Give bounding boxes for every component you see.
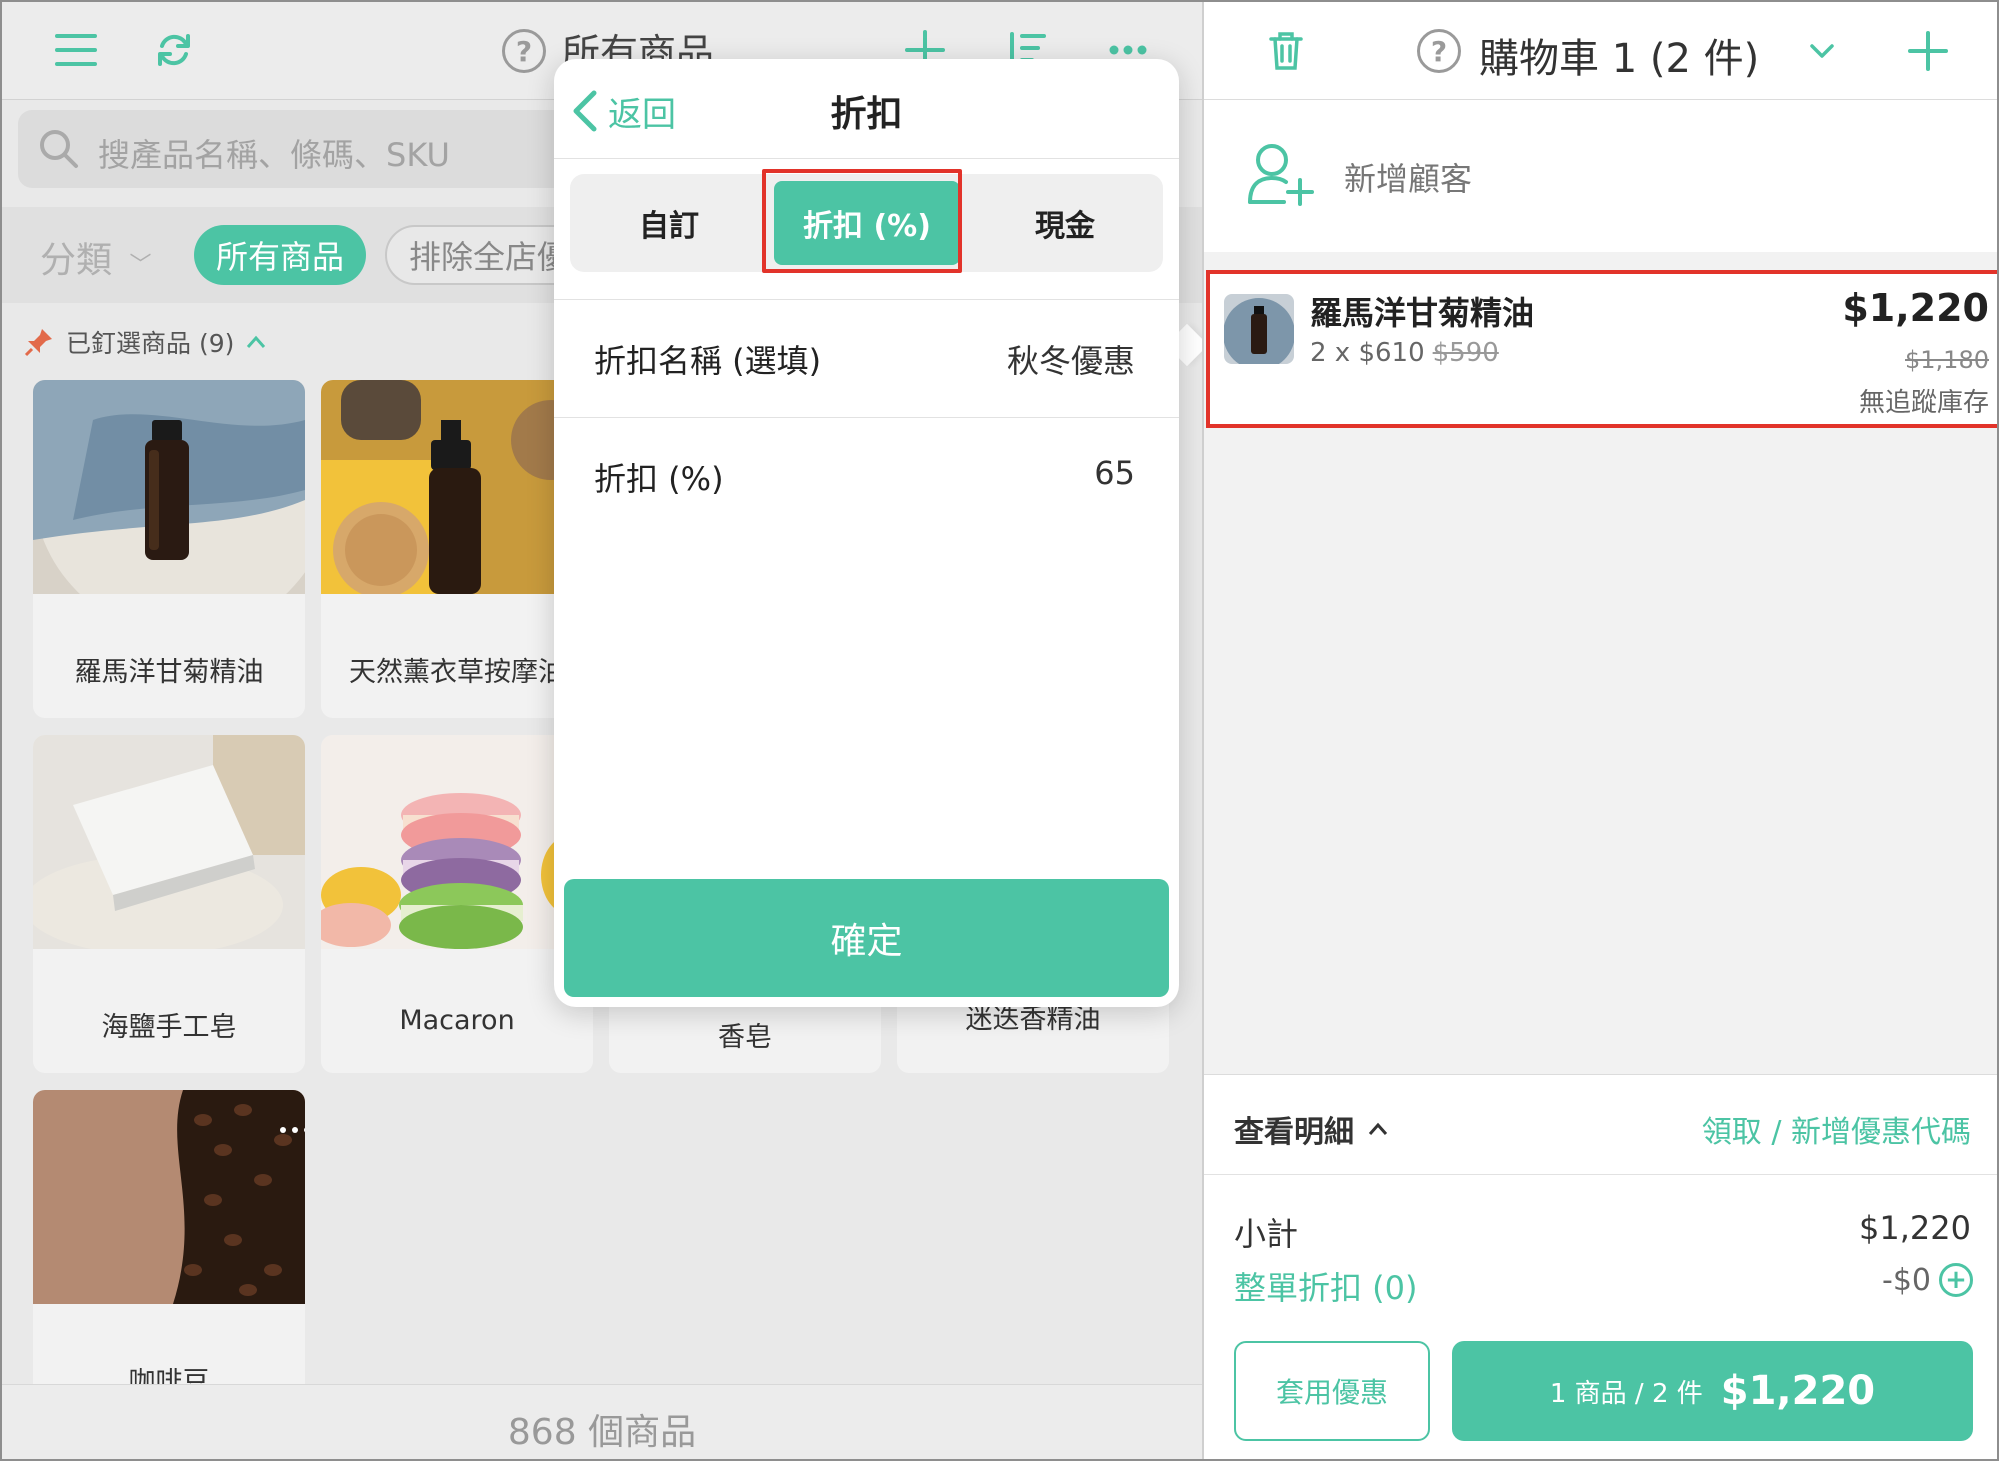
cart-item-name: 羅馬洋甘菊精油 (1310, 294, 1535, 332)
discount-name-value[interactable]: 秋冬優惠 (1007, 336, 1135, 382)
refresh-icon[interactable] (144, 20, 204, 80)
search-icon (40, 130, 78, 168)
add-customer-label: 新增顧客 (1344, 160, 1473, 198)
pin-icon (24, 329, 52, 357)
back-button[interactable]: 返回 (572, 81, 676, 141)
trash-icon[interactable] (1256, 21, 1316, 81)
back-label: 返回 (608, 94, 676, 135)
subtotal-label: 小計 (1234, 1215, 1299, 1253)
cart-help-icon[interactable]: ? (1409, 21, 1469, 81)
tab-percent-label: 折扣 (%) (774, 181, 960, 265)
product-image (33, 735, 305, 955)
cart-title[interactable]: 購物車 1 (2 件) (1479, 26, 1759, 84)
tab-percent[interactable]: 折扣 (%) (768, 174, 966, 272)
discount-percent-label: 折扣 (%) (594, 460, 724, 498)
add-order-discount-icon[interactable]: + (1939, 1263, 1973, 1297)
order-discount-label[interactable]: 整單折扣 (0) (1234, 1263, 1418, 1309)
checkout-button[interactable]: 1 商品 / 2 件 $1,220 (1452, 1341, 1973, 1441)
cart-footer: 查看明細 領取 / 新增優惠代碼 小計 $1,220 整單折扣 (0) -$0 … (1204, 1074, 1997, 1459)
pinned-label: 已釘選商品 (9) (66, 329, 235, 358)
chevron-down-icon: ﹀ (129, 253, 152, 278)
cart-item-original-total: $1,180 (1905, 346, 1989, 374)
discount-name-field[interactable]: 折扣名稱 (選填) 秋冬優惠 (554, 299, 1179, 417)
confirm-button[interactable]: 確定 (564, 879, 1169, 997)
order-discount-value: -$0 (1882, 1263, 1931, 1298)
discount-percent-value[interactable]: 65 (1094, 454, 1135, 492)
subtotal-value: $1,220 (1859, 1209, 1971, 1247)
cart-panel: ? 購物車 1 (2 件) 新增顧客 羅馬洋甘菊精油 2 x $610 $590… (1202, 2, 1997, 1459)
app-window: ? 所有商品 搜產品名稱、條碼、SKU 分類 ﹀ 所有商品 排除全店優 已釘選商… (0, 0, 1999, 1461)
discount-name-label: 折扣名稱 (選填) (594, 342, 822, 380)
category-label: 分類 (40, 240, 113, 281)
pinned-section-header[interactable]: 已釘選商品 (9) (24, 324, 266, 360)
search-placeholder: 搜產品名稱、條碼、SKU (98, 136, 450, 174)
chevron-up-icon (1368, 1122, 1388, 1135)
product-image (321, 735, 593, 949)
product-name: 香皂 (718, 1022, 772, 1053)
discount-type-tabs: 自訂 折扣 (%) 現金 (570, 174, 1163, 272)
product-name: Macaron (399, 1005, 515, 1036)
tab-cash[interactable]: 現金 (966, 174, 1164, 272)
category-dropdown[interactable]: 分類 ﹀ (40, 231, 151, 283)
details-row: 查看明細 領取 / 新增優惠代碼 (1204, 1075, 1997, 1175)
cart-item-total: $1,220 (1842, 286, 1989, 330)
cart-header: ? 購物車 1 (2 件) (1204, 2, 1997, 100)
product-card[interactable]: 海鹽手工皂 (33, 735, 305, 1073)
cart-item-qty-price-text: 2 x $610 (1310, 338, 1425, 368)
cart-item-qty-price: 2 x $610 $590 (1310, 338, 1499, 368)
add-cart-icon[interactable] (1898, 21, 1958, 81)
add-customer-row[interactable]: 新增顧客 (1204, 100, 1997, 252)
discount-popover: 返回 折扣 自訂 折扣 (%) 現金 折扣名稱 (選填) 秋冬優惠 折扣 (%)… (554, 59, 1179, 1007)
help-icon[interactable]: ? (494, 21, 554, 81)
view-details-toggle[interactable]: 查看明細 (1234, 1107, 1388, 1151)
tab-custom[interactable]: 自訂 (570, 174, 768, 272)
checkout-summary: 1 商品 / 2 件 (1549, 1378, 1703, 1409)
chevron-left-icon (573, 90, 597, 132)
product-image (33, 380, 305, 635)
product-image (321, 380, 593, 598)
checkout-total: $1,220 (1720, 1368, 1876, 1414)
product-count-bar: 868 個商品 (2, 1384, 1202, 1459)
product-card[interactable]: Macaron (321, 735, 593, 1073)
product-card[interactable]: 羅馬洋甘菊精油 (33, 380, 305, 718)
popover-header: 返回 折扣 (554, 59, 1179, 159)
discount-percent-field[interactable]: 折扣 (%) 65 (554, 417, 1179, 535)
product-image (33, 1090, 305, 1304)
view-details-label: 查看明細 (1234, 1115, 1354, 1150)
add-user-icon (1248, 144, 1314, 206)
product-name: 海鹽手工皂 (101, 1012, 237, 1043)
product-name: 天然薰衣草按摩油 (349, 657, 565, 688)
chip-all-products[interactable]: 所有商品 (194, 225, 367, 285)
cart-item-image (1224, 294, 1294, 364)
cart-item-stock-note: 無追蹤庫存 (1858, 388, 1989, 418)
product-card[interactable]: 天然薰衣草按摩油 (321, 380, 593, 718)
cart-item-original-unit-price: $590 (1432, 338, 1499, 368)
coupon-code-link[interactable]: 領取 / 新增優惠代碼 (1702, 1107, 1971, 1151)
chevron-up-icon (247, 335, 266, 348)
apply-offer-button[interactable]: 套用優惠 (1234, 1341, 1430, 1441)
product-name: 羅馬洋甘菊精油 (74, 657, 264, 688)
menu-icon[interactable] (46, 20, 106, 80)
product-count: 868 個商品 (507, 1412, 697, 1453)
product-card[interactable]: 咖啡豆 (33, 1090, 305, 1428)
cart-line-item[interactable]: 羅馬洋甘菊精油 2 x $610 $590 $1,220 $1,180 無追蹤庫存 (1206, 270, 1997, 428)
chevron-down-icon[interactable] (1792, 21, 1852, 81)
